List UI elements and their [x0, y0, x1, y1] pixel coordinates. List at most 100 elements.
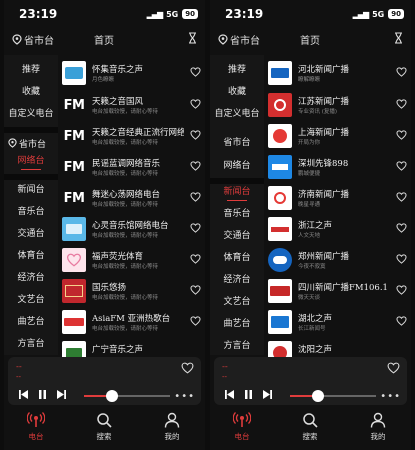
heart-icon[interactable] [396, 130, 407, 140]
next-icon[interactable] [56, 389, 67, 400]
heart-icon[interactable] [190, 192, 201, 202]
station-row[interactable]: FM 天籁之音经典正流行网络音乐台 电台加载较慢，请耐心等待 [60, 122, 205, 149]
station-row[interactable]: 国乐悠扬 电台加载较慢，请耐心等待 [60, 277, 205, 304]
station-row[interactable]: 上海新闻广播 开局为你 [266, 122, 411, 149]
heart-icon[interactable] [396, 192, 407, 202]
station-desc: 人文天地 [298, 233, 321, 239]
region-selector[interactable]: 省市台 [12, 32, 54, 47]
station-row[interactable]: 四川新闻广播FM106.1 微天天谈 [266, 277, 411, 304]
sidebar-item-sports[interactable]: 体育台 [210, 247, 264, 269]
heart-icon[interactable] [190, 67, 201, 77]
heart-icon[interactable] [396, 99, 407, 109]
progress-slider[interactable] [84, 390, 170, 402]
sidebar-item-news[interactable]: 新闻台 [4, 179, 58, 201]
sidebar-item-traffic[interactable]: 交通台 [4, 223, 58, 245]
sidebar-item-recommend[interactable]: 推荐 [4, 59, 58, 81]
heart-icon[interactable] [190, 254, 201, 264]
pause-icon[interactable] [243, 389, 254, 400]
station-row[interactable]: AsiaFM 亚洲热歌台 电台加载较慢，请耐心等待 [60, 308, 205, 335]
heart-icon[interactable] [190, 223, 201, 233]
sidebar-item-arts[interactable]: 文艺台 [210, 291, 264, 313]
tab-search[interactable]: 搜索 [84, 412, 124, 442]
sidebar-item-arts[interactable]: 文艺台 [4, 289, 58, 311]
sidebar-item-recommend[interactable]: 推荐 [210, 59, 264, 81]
station-desc: 今夜不寂寞 [298, 264, 326, 270]
heart-icon[interactable] [396, 285, 407, 295]
sidebar-item-favorites[interactable]: 收藏 [4, 81, 58, 103]
mini-player[interactable]: -- -- ••• [8, 357, 201, 405]
station-row[interactable]: 深圳先锋898 鹏城便捷 [266, 153, 411, 180]
heart-icon[interactable] [396, 161, 407, 171]
hourglass-icon[interactable] [188, 32, 197, 44]
station-row[interactable]: 河北新闻广播 瞭解瞭瞭 [266, 59, 411, 86]
sidebar-item-music[interactable]: 音乐台 [210, 203, 264, 225]
station-row[interactable]: 济南新闻广播 晚星寻通 [266, 184, 411, 211]
progress-thumb[interactable] [105, 390, 118, 402]
sidebar-item-network[interactable]: 网络台 [4, 150, 58, 172]
heart-icon[interactable] [190, 161, 201, 171]
more-icon[interactable]: ••• [174, 391, 195, 402]
station-row[interactable]: FM 舞迷心荡网络电台 电台加载较慢，请耐心等待 [60, 184, 205, 211]
station-logo [268, 155, 292, 179]
station-row[interactable]: 心灵音乐馆网络电台 电台加载较慢，请耐心等待 [60, 215, 205, 242]
station-name: 深圳先锋898 [298, 159, 349, 169]
progress-thumb[interactable] [311, 390, 324, 402]
sidebar-item-economy[interactable]: 经济台 [4, 267, 58, 289]
sidebar-item-favorites[interactable]: 收藏 [210, 81, 264, 103]
previous-icon[interactable] [18, 389, 29, 400]
station-row[interactable]: 浙江之声 人文天地 [266, 215, 411, 242]
player-heart-icon[interactable] [181, 362, 194, 374]
sidebar-item-dialect[interactable]: 方言台 [4, 333, 58, 355]
more-icon[interactable]: ••• [380, 391, 401, 402]
network-label: 5G [166, 9, 179, 19]
player-heart-icon[interactable] [387, 362, 400, 374]
sidebar-item-opera[interactable]: 曲艺台 [210, 313, 264, 335]
pause-icon[interactable] [37, 389, 48, 400]
screenshot-root: 23:19 ▂▄▆ 5G 90 省市台 首页 推荐 收藏 自定义电台 省市台 网… [0, 0, 415, 450]
tab-mine[interactable]: 我的 [358, 412, 398, 442]
next-icon[interactable] [262, 389, 273, 400]
sidebar-item-sports[interactable]: 体育台 [4, 245, 58, 267]
search-icon [97, 413, 112, 428]
heart-icon[interactable] [396, 67, 407, 77]
station-row[interactable]: 郑州新闻广播 今夜不寂寞 [266, 246, 411, 273]
tab-search[interactable]: 搜索 [290, 412, 330, 442]
station-row[interactable]: 福声荧光体育 电台加载较慢，请耐心等待 [60, 246, 205, 273]
heart-icon[interactable] [396, 316, 407, 326]
sidebar-active-label: 网络台 [17, 156, 45, 166]
station-row[interactable]: 江苏新闻广播 专业资讯 (复播) [266, 91, 411, 118]
region-selector[interactable]: 省市台 [218, 32, 260, 47]
sidebar-item-music[interactable]: 音乐台 [4, 201, 58, 223]
sidebar-item-custom[interactable]: 自定义电台 [210, 103, 264, 125]
sidebar-active-label: 新闻台 [223, 187, 251, 197]
sidebar-item-custom[interactable]: 自定义电台 [4, 103, 58, 125]
heart-icon[interactable] [396, 223, 407, 233]
station-row[interactable]: FM 民谣蓝调网络音乐 电台加载较慢，请耐心等待 [60, 153, 205, 180]
station-row[interactable]: 广宁音乐之声 [60, 339, 205, 357]
fm-logo: FM [63, 159, 85, 175]
heart-icon[interactable] [190, 99, 201, 109]
tab-mine[interactable]: 我的 [152, 412, 192, 442]
sidebar-item-news[interactable]: 新闻台 [210, 181, 264, 203]
station-row[interactable]: 怀集音乐之声 月色瞭瞭 [60, 59, 205, 86]
hourglass-icon[interactable] [394, 32, 403, 44]
station-row[interactable]: 沈阳之声 [266, 339, 411, 357]
heart-icon[interactable] [190, 316, 201, 326]
tab-radio[interactable]: 电台 [16, 412, 56, 442]
heart-icon[interactable] [396, 254, 407, 264]
sidebar-item-network[interactable]: 网络台 [210, 155, 264, 177]
station-row[interactable]: 湖北之声 长江新闻号 [266, 308, 411, 335]
station-row[interactable]: FM 天籁之音国风 电台加载较慢，请耐心等待 [60, 91, 205, 118]
heart-icon[interactable] [190, 285, 201, 295]
sidebar-item-region[interactable]: 省市台 [210, 132, 264, 154]
station-name: 天籁之音经典正流行网络音乐台 [92, 128, 184, 138]
progress-slider[interactable] [290, 390, 376, 402]
sidebar-item-economy[interactable]: 经济台 [210, 269, 264, 291]
tab-radio[interactable]: 电台 [222, 412, 262, 442]
sidebar-item-traffic[interactable]: 交通台 [210, 225, 264, 247]
mini-player[interactable]: -- -- ••• [214, 357, 407, 405]
previous-icon[interactable] [224, 389, 235, 400]
heart-icon[interactable] [190, 130, 201, 140]
sidebar-item-dialect[interactable]: 方言台 [210, 335, 264, 357]
sidebar-item-opera[interactable]: 曲艺台 [4, 311, 58, 333]
